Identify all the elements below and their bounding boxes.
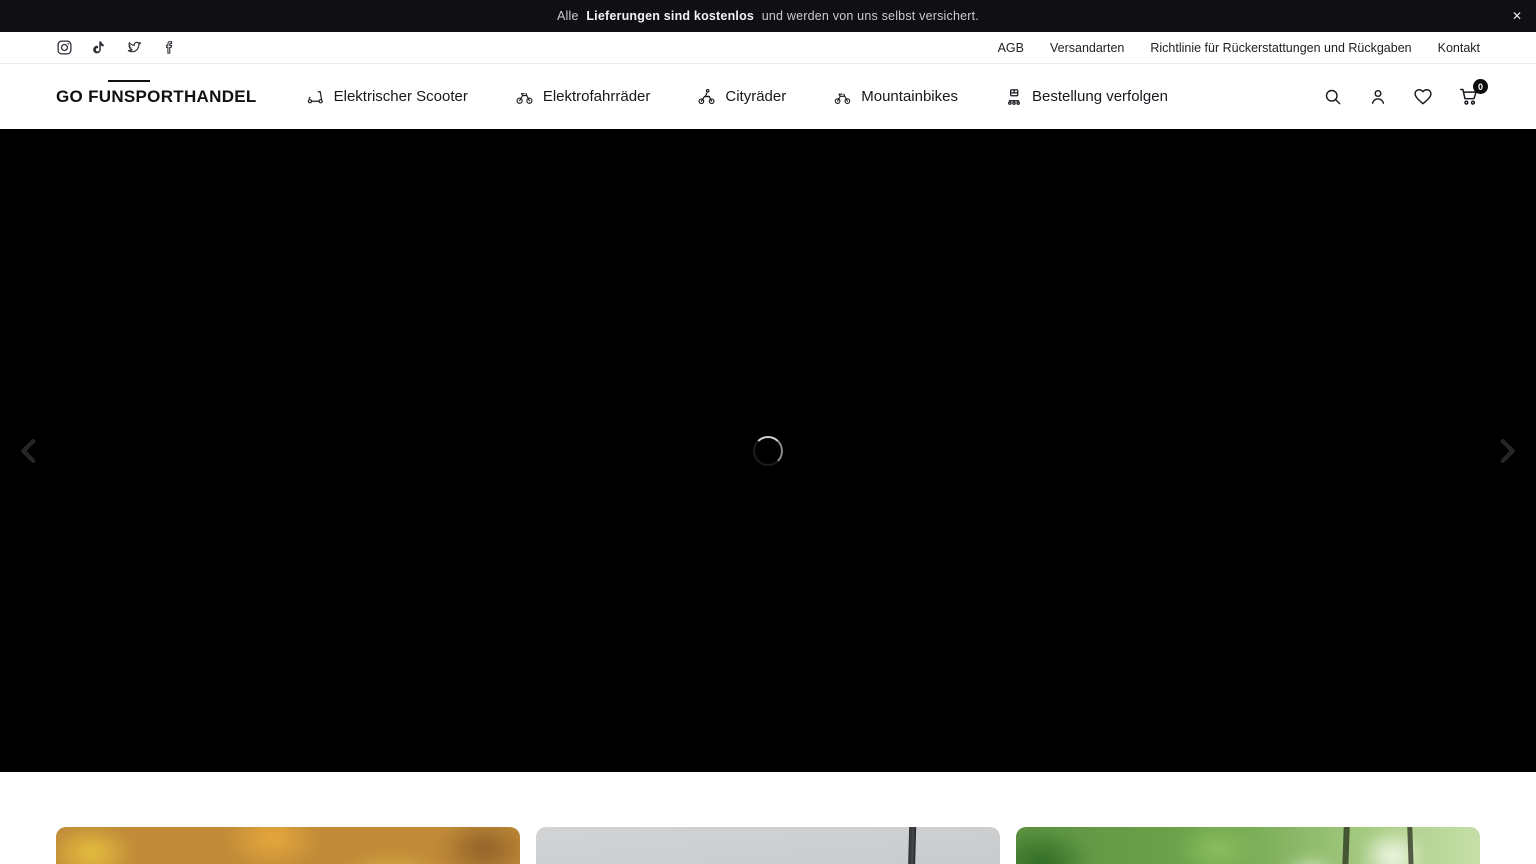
citybike-rider-icon bbox=[696, 87, 717, 106]
link-agb[interactable]: AGB bbox=[998, 41, 1024, 55]
order-tracking-icon bbox=[1004, 87, 1024, 107]
main-nav: Elektrischer Scooter Elektrofahrräder Ci… bbox=[305, 87, 1323, 107]
cart-count-badge: 0 bbox=[1473, 79, 1488, 94]
autumn-photo bbox=[56, 827, 520, 864]
close-icon[interactable]: ✕ bbox=[1512, 0, 1522, 32]
twitter-icon[interactable] bbox=[125, 39, 143, 56]
link-kontakt[interactable]: Kontakt bbox=[1438, 41, 1480, 55]
mountainbike-icon bbox=[832, 88, 853, 106]
nav-label: Elektrofahrräder bbox=[543, 88, 651, 105]
utility-bar: AGB Versandarten Richtlinie für Rückerst… bbox=[0, 32, 1536, 64]
promo-card-forest[interactable] bbox=[1016, 827, 1480, 864]
wishlist-heart-icon[interactable] bbox=[1413, 87, 1433, 107]
nav-item-elektrofahrraeder[interactable]: Elektrofahrräder bbox=[514, 88, 651, 106]
promo-card-studio-scooter[interactable] bbox=[536, 827, 1000, 864]
hero-carousel bbox=[0, 129, 1536, 772]
utility-links: AGB Versandarten Richtlinie für Rückerst… bbox=[998, 41, 1480, 55]
search-icon[interactable] bbox=[1323, 87, 1343, 107]
announcement-highlight: Lieferungen sind kostenlos bbox=[586, 9, 754, 23]
link-versandarten[interactable]: Versandarten bbox=[1050, 41, 1124, 55]
nav-item-bestellung-verfolgen[interactable]: Bestellung verfolgen bbox=[1004, 87, 1168, 107]
social-links bbox=[56, 39, 176, 56]
account-icon[interactable] bbox=[1368, 87, 1388, 107]
tiktok-icon[interactable] bbox=[91, 39, 107, 56]
nav-item-elektrischer-scooter[interactable]: Elektrischer Scooter bbox=[305, 87, 468, 106]
nav-item-mountainbikes[interactable]: Mountainbikes bbox=[832, 88, 958, 106]
cart-icon[interactable]: 0 bbox=[1458, 86, 1480, 107]
main-header: GO FUNSPORTHANDEL Elektrischer Scooter E… bbox=[0, 64, 1536, 129]
promo-cards-section bbox=[0, 772, 1536, 864]
announcement-text: Alle Lieferungen sind kostenlos und werd… bbox=[557, 9, 979, 23]
nav-label: Cityräder bbox=[725, 88, 786, 105]
link-rueckerstattungen[interactable]: Richtlinie für Rückerstattungen und Rück… bbox=[1150, 41, 1411, 55]
announcement-suffix: und werden von uns selbst versichert. bbox=[758, 9, 979, 23]
announcement-prefix: Alle bbox=[557, 9, 582, 23]
promo-card-autumn-rider[interactable] bbox=[56, 827, 520, 864]
nav-label: Elektrischer Scooter bbox=[334, 88, 468, 105]
announcement-bar: Alle Lieferungen sind kostenlos und werd… bbox=[0, 0, 1536, 32]
facebook-icon[interactable] bbox=[161, 39, 176, 56]
scooter-icon bbox=[305, 87, 326, 106]
ebike-icon bbox=[514, 88, 535, 106]
nav-item-cityraeder[interactable]: Cityräder bbox=[696, 87, 786, 106]
studio-photo bbox=[536, 827, 1000, 864]
instagram-icon[interactable] bbox=[56, 39, 73, 56]
carousel-next-icon[interactable] bbox=[1490, 429, 1524, 473]
nav-label: Bestellung verfolgen bbox=[1032, 88, 1168, 105]
logo[interactable]: GO FUNSPORTHANDEL bbox=[56, 87, 257, 107]
nav-label: Mountainbikes bbox=[861, 88, 958, 105]
loading-spinner bbox=[753, 436, 783, 466]
header-actions: 0 bbox=[1323, 86, 1480, 107]
carousel-prev-icon[interactable] bbox=[12, 429, 46, 473]
